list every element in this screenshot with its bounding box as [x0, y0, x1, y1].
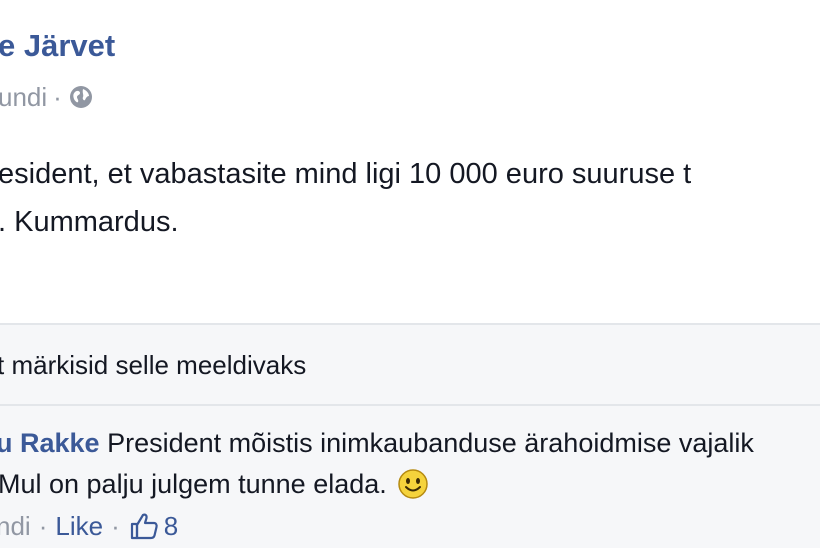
- post-author-name[interactable]: e Järvet: [0, 28, 115, 64]
- likes-summary-bar: t märkisid selle meeldivaks: [0, 325, 820, 405]
- comment-text-line-1: President mõistis inimkaubanduse ärahoid…: [107, 428, 754, 458]
- smiley-emoji-icon: [398, 469, 428, 499]
- globe-icon[interactable]: [68, 84, 94, 110]
- post-text: esident, et vabastasite mind ligi 10 000…: [0, 150, 820, 246]
- comment-line-2: Mul on palju julgem tunne elada.: [0, 468, 429, 500]
- thumbs-up-icon[interactable]: [128, 510, 160, 542]
- comment: u Rakke President mõistis inimkaubanduse…: [0, 406, 820, 548]
- post-text-line-2: . Kummardus.: [0, 206, 179, 238]
- meta-separator: ·: [53, 81, 62, 112]
- comment-actions: ndi · Like · 8: [0, 508, 178, 544]
- post-timestamp[interactable]: undi: [0, 82, 47, 113]
- comment-timestamp[interactable]: ndi: [0, 511, 31, 542]
- comment-like-button[interactable]: Like: [55, 511, 103, 542]
- meta-separator: ·: [111, 510, 120, 541]
- likes-summary-text[interactable]: t märkisid selle meeldivaks: [0, 350, 306, 381]
- comment-line-1: u Rakke President mõistis inimkaubanduse…: [0, 428, 754, 459]
- post-meta: undi ·: [0, 82, 94, 112]
- post-text-line-1: esident, et vabastasite mind ligi 10 000…: [0, 158, 692, 190]
- comment-author-name[interactable]: u Rakke: [0, 428, 100, 458]
- post-container: e Järvet undi · esident, et vabastasite …: [0, 0, 820, 324]
- comment-like-count[interactable]: 8: [164, 511, 178, 542]
- comment-text-line-2: Mul on palju julgem tunne elada.: [0, 468, 387, 499]
- meta-separator: ·: [38, 510, 48, 541]
